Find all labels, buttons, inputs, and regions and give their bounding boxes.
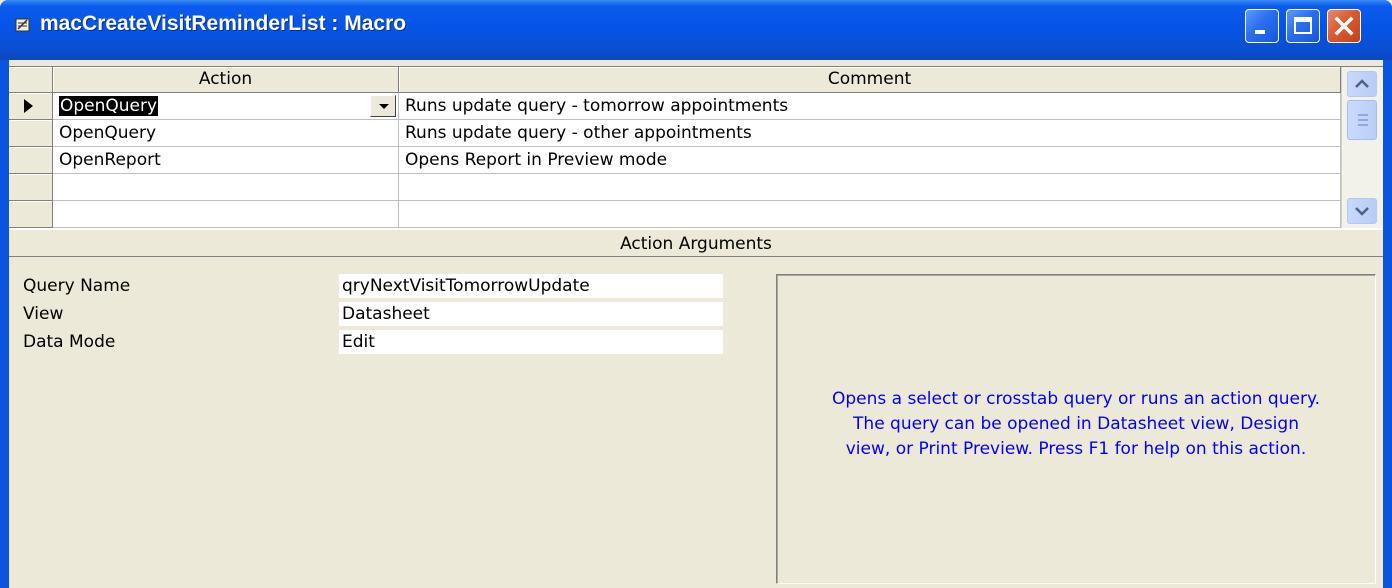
maximize-icon: [1294, 17, 1312, 34]
action-cell[interactable]: [53, 201, 399, 228]
minimize-icon: [1255, 30, 1265, 34]
argument-label: Data Mode: [23, 332, 116, 352]
action-cell[interactable]: OpenReport: [53, 147, 399, 174]
argument-row-view: View Datasheet: [9, 302, 729, 327]
macro-row[interactable]: OpenQuery Runs update query - other appo…: [9, 120, 1341, 147]
chevron-up-icon: [1355, 79, 1369, 88]
grip-line: [1358, 124, 1368, 126]
title-bar[interactable]: macCreateVisitReminderList : Macro: [0, 0, 1392, 60]
query-name-field[interactable]: qryNextVisitTomorrowUpdate: [339, 274, 723, 298]
comment-cell[interactable]: Opens Report in Preview mode: [399, 147, 1341, 174]
comment-cell[interactable]: Runs update query - tomorrow appointment…: [399, 93, 1341, 120]
action-help-text: Opens a select or crosstab query or runs…: [777, 387, 1375, 462]
row-selector[interactable]: [9, 174, 53, 201]
macro-row-empty[interactable]: [9, 174, 1341, 201]
argument-label: Query Name: [23, 276, 131, 296]
current-row-pointer-icon: [24, 99, 33, 113]
help-line: Opens a select or crosstab query or runs…: [831, 389, 1320, 409]
action-cell[interactable]: OpenQuery: [53, 93, 399, 120]
argument-row-data-mode: Data Mode Edit: [9, 330, 729, 355]
view-field[interactable]: Datasheet: [339, 302, 723, 326]
scroll-thumb[interactable]: [1347, 100, 1377, 140]
vertical-scrollbar[interactable]: [1341, 67, 1383, 228]
column-header-comment[interactable]: Comment: [399, 67, 1341, 93]
macro-design-grid: Action Comment OpenQuery Runs update que…: [9, 66, 1383, 228]
close-button[interactable]: [1327, 9, 1361, 43]
argument-label: View: [23, 304, 64, 324]
scroll-down-button[interactable]: [1347, 198, 1377, 224]
argument-row-query-name: Query Name qryNextVisitTomorrowUpdate: [9, 274, 729, 299]
comment-cell[interactable]: [399, 201, 1341, 228]
window-title: macCreateVisitReminderList : Macro: [40, 12, 407, 35]
header-row-selector-corner[interactable]: [9, 67, 53, 93]
action-cell[interactable]: [53, 174, 399, 201]
scroll-up-button[interactable]: [1347, 71, 1377, 97]
macro-row[interactable]: OpenReport Opens Report in Preview mode: [9, 147, 1341, 174]
macro-scroll-icon: [15, 18, 30, 32]
chevron-down-icon: [1355, 207, 1369, 216]
row-selector[interactable]: [9, 201, 53, 228]
action-dropdown-button[interactable]: [370, 95, 396, 117]
comment-cell[interactable]: [399, 174, 1341, 201]
help-line: view, or Print Preview. Press F1 for hel…: [845, 439, 1307, 459]
window-client-area: Action Comment OpenQuery Runs update que…: [9, 60, 1383, 588]
grip-line: [1358, 119, 1368, 121]
action-arguments-title: Action Arguments: [9, 228, 1383, 256]
action-cell-text: OpenQuery: [59, 96, 159, 116]
macro-window: macCreateVisitReminderList : Macro Actio…: [0, 0, 1392, 588]
action-arguments-panel: Query Name qryNextVisitTomorrowUpdate Vi…: [9, 256, 1383, 588]
data-mode-field[interactable]: Edit: [339, 330, 723, 354]
close-icon: [1334, 16, 1354, 36]
row-selector[interactable]: [9, 147, 53, 174]
grip-line: [1358, 114, 1368, 116]
action-help-box: Opens a select or crosstab query or runs…: [776, 274, 1376, 584]
row-selector[interactable]: [9, 93, 53, 120]
action-cell[interactable]: OpenQuery: [53, 120, 399, 147]
comment-cell[interactable]: Runs update query - other appointments: [399, 120, 1341, 147]
row-selector[interactable]: [9, 120, 53, 147]
macro-row-empty[interactable]: [9, 201, 1341, 228]
help-line: The query can be opened in Datasheet vie…: [853, 414, 1299, 434]
maximize-button[interactable]: [1286, 9, 1320, 43]
minimize-button[interactable]: [1245, 9, 1279, 43]
macro-row[interactable]: OpenQuery Runs update query - tomorrow a…: [9, 93, 1341, 120]
column-header-action[interactable]: Action: [53, 67, 399, 93]
